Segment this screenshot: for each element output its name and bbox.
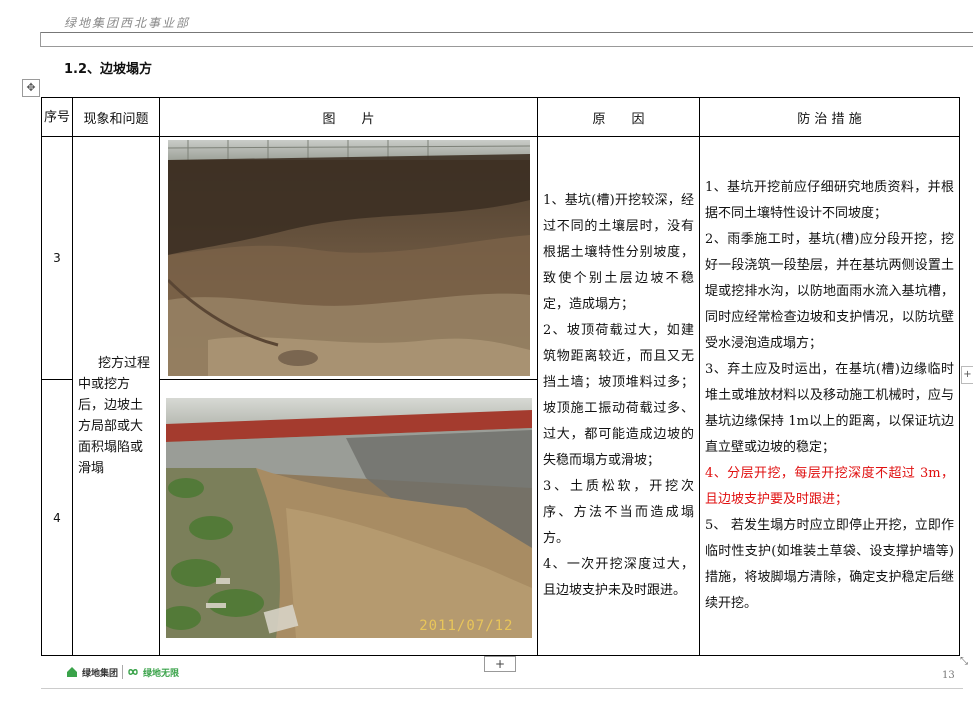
header-company-text: 绿地集团西北事业部 bbox=[64, 16, 191, 30]
measures-cell: 1、基坑开挖前应仔细研究地质资料，并根据不同土壤特性设计不同坡度； 2、雨季施工… bbox=[699, 136, 960, 656]
section-title: 1.2、边坡塌方 bbox=[64, 62, 153, 77]
table-row: 3 挖方过程中或挖方后，边坡土方局部或大面积塌陷或滑塌 1、基坑(槽)开挖较深，… bbox=[41, 136, 960, 656]
infinity-logo-icon bbox=[128, 669, 138, 675]
measure-item-5: 5、 若发生塌方时应立即停止开挖，立即作临时性支护(如堆装土草袋、设支撑护墙等)… bbox=[705, 518, 954, 611]
logo-brand2-text: 绿地无限 bbox=[143, 668, 180, 679]
cause-item-1: 1、基坑(槽)开挖较深，经过不同的土壤层时，没有根据土壤特性分别坡度，致使个别土… bbox=[543, 193, 694, 312]
header-phenomenon: 现象和问题 bbox=[72, 97, 160, 137]
cause-item-4: 4、一次开挖深度过大，且边坡支护未及时跟进。 bbox=[543, 557, 694, 598]
measure-item-4: 4、分层开挖，每层开挖深度不超过 3m，且边坡支护要及时跟进； bbox=[705, 466, 954, 507]
header-rule-bottom bbox=[40, 46, 973, 47]
house-logo-icon bbox=[67, 667, 77, 677]
logo-separator bbox=[122, 665, 124, 679]
header-cause: 原 因 bbox=[537, 97, 700, 137]
logo-brand-text: 绿地集团 bbox=[82, 668, 119, 679]
footer-logo: 绿地集团 绿地无限 bbox=[66, 662, 179, 682]
phenomenon-text: 挖方过程中或挖方后，边坡土方局部或大面积塌陷或滑塌 bbox=[78, 356, 151, 476]
collapsed-slope-photo-1 bbox=[167, 140, 530, 376]
phenomenon-cell: 挖方过程中或挖方后，边坡土方局部或大面积塌陷或滑塌 bbox=[72, 136, 160, 656]
table-header-row: 序号 现象和问题 图 片 原 因 防 治 措 施 bbox=[41, 97, 960, 137]
photo-cell-3 bbox=[159, 136, 538, 380]
row-seq-4: 4 bbox=[41, 379, 73, 656]
row-seq-3: 3 bbox=[41, 136, 73, 380]
collapsed-slope-photo-2 bbox=[165, 397, 532, 638]
header-rule-tick bbox=[40, 32, 41, 46]
insert-row-plus-button[interactable]: + bbox=[484, 656, 516, 672]
insert-column-plus-icon[interactable]: + bbox=[961, 366, 973, 384]
page-number: 13 bbox=[942, 670, 955, 681]
cause-item-2: 2、坡顶荷载过大，如建筑物距离较近，而且又无挡土墙；坡顶堆料过多；坡顶施工振动荷… bbox=[543, 323, 694, 468]
table-resize-icon[interactable]: ⤡ bbox=[960, 656, 972, 668]
header-picture: 图 片 bbox=[159, 97, 538, 137]
header-rule-top bbox=[40, 32, 973, 33]
header-measures: 防 治 措 施 bbox=[699, 97, 960, 137]
header-seq: 序号 bbox=[41, 97, 73, 137]
table-move-handle-icon[interactable]: ✥ bbox=[22, 79, 40, 97]
defect-table: 序号 现象和问题 图 片 原 因 防 治 措 施 3 挖方过程中或挖方后，边坡土… bbox=[41, 97, 960, 656]
cause-item-3: 3、土质松软，开挖次序、方法不当而造成塌方。 bbox=[543, 479, 694, 546]
photo-date-stamp: 2011/07/12 bbox=[419, 617, 514, 634]
footer-rule bbox=[41, 688, 963, 689]
measure-item-3: 3、弃土应及时运出，在基坑(槽)边缘临时堆土或堆放材料以及移动施工机械时，应与基… bbox=[705, 362, 954, 455]
photo-cell-4: 2011/07/12 bbox=[159, 379, 538, 656]
cause-cell: 1、基坑(槽)开挖较深，经过不同的土壤层时，没有根据土壤特性分别坡度，致使个别土… bbox=[537, 136, 700, 656]
measure-item-2: 2、雨季施工时，基坑(槽)应分段开挖，挖好一段浇筑一段垫层，并在基坑两侧设置土堤… bbox=[705, 232, 954, 351]
measure-item-1: 1、基坑开挖前应仔细研究地质资料，并根据不同土壤特性设计不同坡度； bbox=[705, 180, 954, 221]
